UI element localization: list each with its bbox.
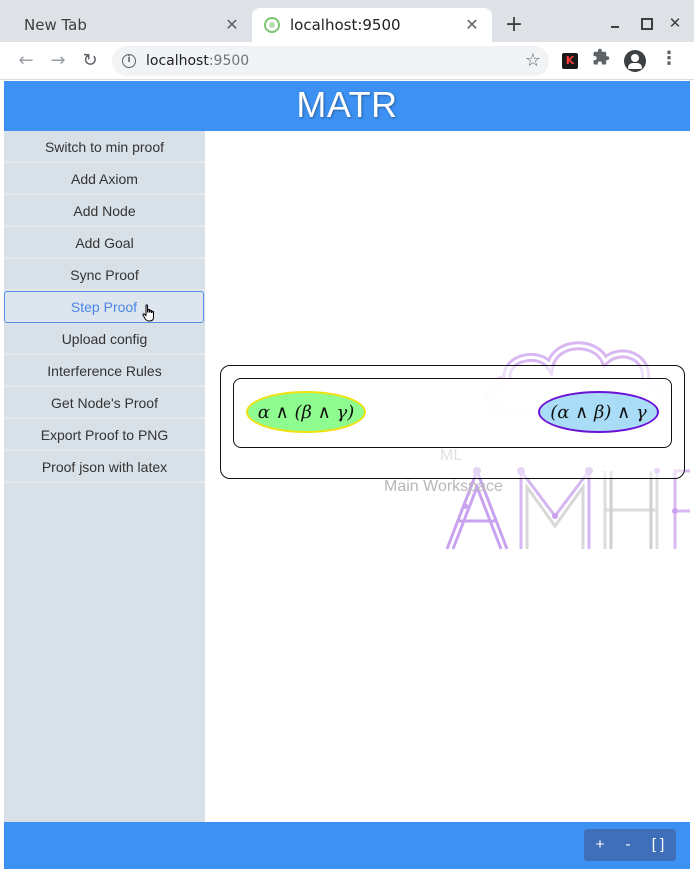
address-bar[interactable]: i localhost:9500 ☆ [112, 46, 549, 76]
star-icon[interactable]: ☆ [525, 50, 541, 71]
tab-label: New Tab [24, 16, 87, 34]
sync-proof-button[interactable]: Sync Proof [4, 259, 205, 291]
interference-rules-button[interactable]: Interference Rules [4, 355, 205, 387]
add-axiom-button[interactable]: Add Axiom [4, 163, 205, 195]
add-node-button[interactable]: Add Node [4, 195, 205, 227]
switch-to-min-proof-button[interactable]: Switch to min proof [4, 131, 205, 163]
workspace-main-label: Main Workspace [384, 478, 503, 495]
back-arrow-icon[interactable]: ← [12, 47, 40, 75]
sidebar: Switch to min proof Add Axiom Add Node A… [4, 131, 205, 822]
window-close-icon[interactable]: ✕ [664, 12, 686, 34]
zoom-out-button[interactable]: - [618, 829, 638, 861]
close-icon[interactable]: ✕ [222, 15, 242, 35]
url-port: :9500 [208, 53, 250, 69]
app-title: MATR [296, 84, 398, 125]
puzzle-icon[interactable] [592, 48, 610, 71]
add-goal-button[interactable]: Add Goal [4, 227, 205, 259]
new-tab-button[interactable]: + [501, 12, 527, 38]
zoom-fit-button[interactable]: [ ] [646, 829, 670, 861]
export-proof-png-button[interactable]: Export Proof to PNG [4, 419, 205, 451]
hand-cursor-icon [141, 304, 157, 326]
goal-node[interactable]: (α ∧ β) ∧ γ [538, 391, 659, 433]
profile-icon[interactable] [624, 50, 646, 72]
forward-arrow-icon[interactable]: → [44, 47, 72, 75]
tab-localhost[interactable]: localhost:9500 ✕ [252, 8, 492, 42]
get-nodes-proof-button[interactable]: Get Node's Proof [4, 387, 205, 419]
minimize-icon[interactable] [604, 12, 626, 34]
tab-strip: New Tab ✕ localhost:9500 ✕ + ✕ [0, 0, 694, 42]
axiom-node[interactable]: α ∧ (β ∧ γ) [246, 391, 366, 433]
url-host: localhost [146, 53, 209, 69]
kebab-menu-icon[interactable]: ⋮ [660, 48, 678, 69]
info-icon[interactable]: i [122, 54, 136, 68]
extension-k-icon[interactable]: K [562, 53, 578, 69]
zoom-controls: + - [ ] [584, 829, 676, 861]
favicon-icon [264, 17, 280, 33]
upload-config-button[interactable]: Upload config [4, 323, 205, 355]
tab-new-tab[interactable]: New Tab ✕ [8, 8, 252, 42]
close-icon[interactable]: ✕ [462, 15, 482, 35]
reload-icon[interactable]: ↻ [76, 47, 104, 75]
zoom-in-button[interactable]: + [590, 829, 610, 861]
tab-label: localhost:9500 [290, 16, 401, 34]
maximize-icon[interactable] [634, 12, 656, 34]
proof-json-latex-button[interactable]: Proof json with latex [4, 451, 205, 483]
browser-toolbar: ← → ↻ i localhost:9500 ☆ K ⋮ [0, 42, 694, 80]
app-header: MATR [4, 81, 690, 131]
step-proof-button[interactable]: Step Proof [4, 291, 204, 323]
